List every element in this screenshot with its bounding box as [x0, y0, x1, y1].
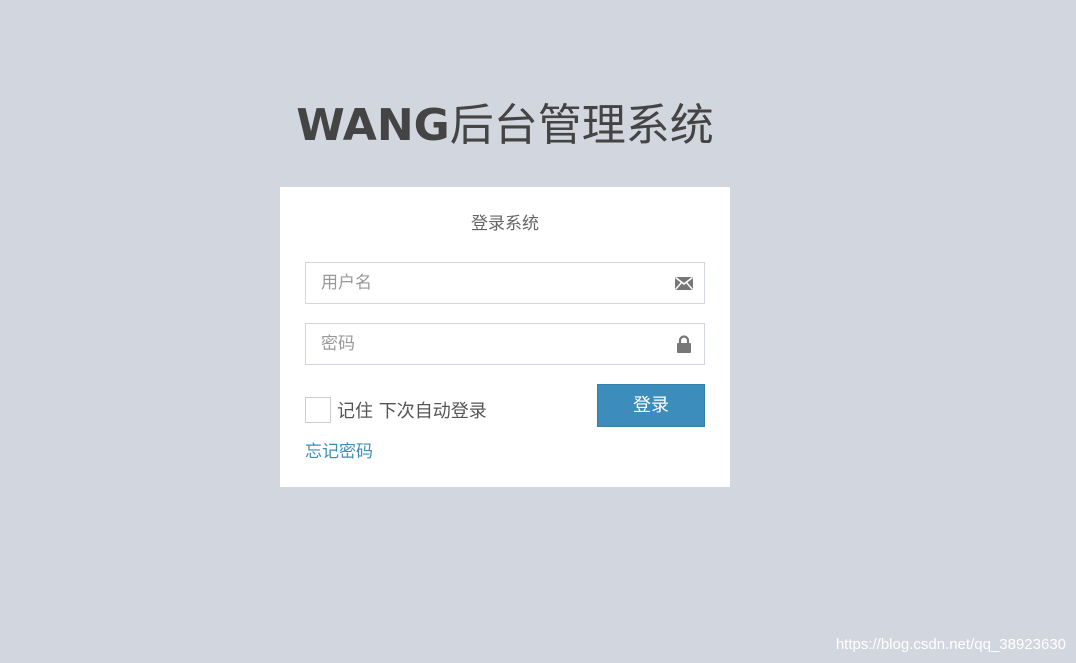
forgot-password-link[interactable]: 忘记密码	[305, 437, 373, 462]
username-field[interactable]	[305, 262, 705, 304]
login-button[interactable]: 登录	[597, 384, 705, 427]
password-field[interactable]	[305, 323, 705, 365]
app-logo-title: WANG后台管理系统	[0, 96, 1010, 156]
login-box: 登录系统 记住 下次自动登录 登录 忘记密码	[280, 187, 730, 487]
username-input[interactable]	[306, 263, 661, 303]
logo-brand: WANG	[296, 100, 450, 151]
logo-subtitle: 后台管理系统	[449, 100, 714, 151]
remember-label: 记住 下次自动登录	[337, 401, 487, 422]
lock-icon	[674, 334, 694, 354]
watermark: https://blog.csdn.net/qq_38923630	[835, 636, 1066, 653]
login-box-title: 登录系统	[471, 214, 539, 234]
remember-checkbox[interactable]	[305, 397, 331, 423]
password-input[interactable]	[306, 324, 661, 364]
remember-me[interactable]: 记住 下次自动登录	[305, 396, 487, 424]
envelope-icon	[674, 273, 694, 293]
